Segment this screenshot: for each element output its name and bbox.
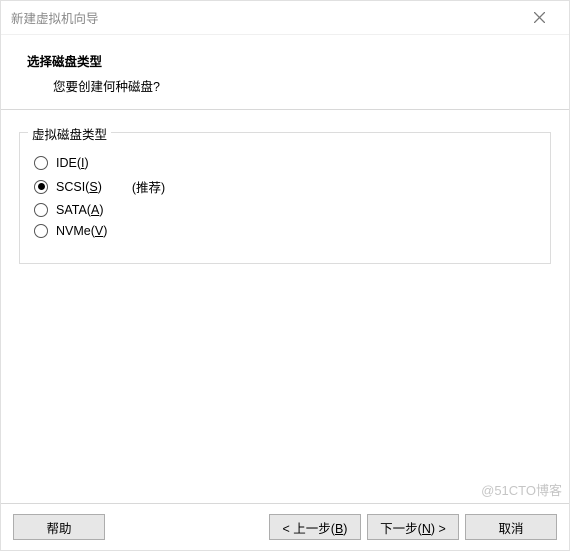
wizard-window: 新建虚拟机向导 选择磁盘类型 您要创建何种磁盘? 虚拟磁盘类型 IDE(I) S… (0, 0, 570, 551)
help-button[interactable]: 帮助 (13, 514, 105, 540)
close-icon (534, 12, 545, 23)
titlebar: 新建虚拟机向导 (1, 1, 569, 35)
next-button[interactable]: 下一步(N) > (367, 514, 459, 540)
content-area: 虚拟磁盘类型 IDE(I) SCSI(S) (推荐) SATA(A) NVMe(… (1, 110, 569, 503)
radio-option-ide[interactable]: IDE(I) (34, 156, 536, 170)
radio-icon (34, 203, 48, 217)
radio-option-sata[interactable]: SATA(A) (34, 203, 536, 217)
window-title: 新建虚拟机向导 (11, 8, 519, 27)
radio-label: IDE(I) (56, 156, 89, 170)
disk-type-group: 虚拟磁盘类型 IDE(I) SCSI(S) (推荐) SATA(A) NVMe(… (19, 132, 551, 264)
radio-label: NVMe(V) (56, 224, 107, 238)
wizard-footer: 帮助 < 上一步(B) 下一步(N) > 取消 (1, 503, 569, 550)
recommended-hint: (推荐) (132, 177, 165, 196)
page-subtitle: 您要创建何种磁盘? (53, 76, 543, 95)
radio-icon (34, 180, 48, 194)
radio-label: SATA(A) (56, 203, 103, 217)
close-button[interactable] (519, 3, 559, 33)
back-button[interactable]: < 上一步(B) (269, 514, 361, 540)
radio-option-scsi[interactable]: SCSI(S) (推荐) (34, 177, 536, 196)
cancel-button[interactable]: 取消 (465, 514, 557, 540)
group-legend: 虚拟磁盘类型 (28, 124, 111, 143)
page-title: 选择磁盘类型 (27, 51, 543, 70)
radio-option-nvme[interactable]: NVMe(V) (34, 224, 536, 238)
radio-label: SCSI(S) (56, 180, 102, 194)
wizard-header: 选择磁盘类型 您要创建何种磁盘? (1, 35, 569, 109)
radio-icon (34, 224, 48, 238)
radio-icon (34, 156, 48, 170)
